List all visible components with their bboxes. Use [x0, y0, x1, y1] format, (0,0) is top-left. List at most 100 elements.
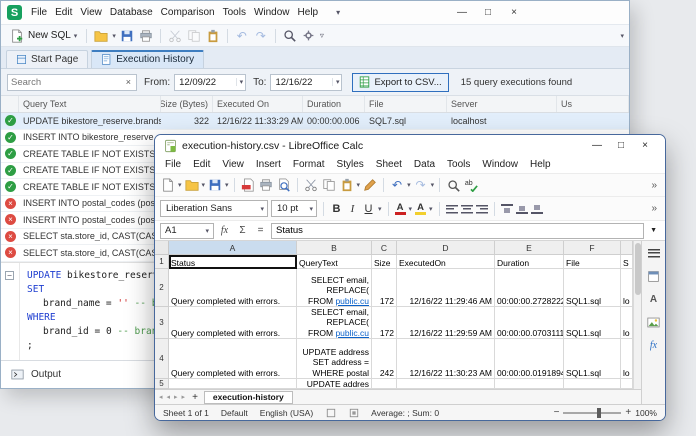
collapse-region-icon[interactable]: − — [5, 270, 14, 280]
chevron-down-icon[interactable]: ▾ — [225, 181, 229, 189]
column-header-G[interactable] — [621, 241, 633, 255]
first-sheet-icon[interactable]: ◂ — [158, 393, 164, 401]
chevron-down-icon[interactable]: ▾ — [74, 32, 78, 40]
chevron-down-icon[interactable]: ▾ — [178, 181, 182, 189]
open-folder-icon[interactable] — [93, 28, 109, 44]
print-icon[interactable] — [258, 177, 274, 193]
search-box[interactable]: × — [7, 73, 137, 91]
status-column-header[interactable] — [1, 96, 19, 112]
cut-icon[interactable] — [167, 28, 183, 44]
cell-G3[interactable]: lo — [621, 307, 633, 339]
find-replace-icon[interactable] — [445, 177, 461, 193]
row-header-5[interactable]: 5 — [155, 379, 169, 389]
menu-tools[interactable]: Tools — [441, 159, 476, 170]
save-icon[interactable] — [119, 28, 135, 44]
search-input[interactable] — [11, 76, 124, 88]
column-header[interactable]: Size (Bytes) — [161, 96, 213, 112]
chevron-down-icon[interactable]: ▾ — [306, 205, 313, 213]
paste-icon[interactable] — [339, 177, 355, 193]
font-name-combo[interactable]: Liberation Sans ▾ — [160, 200, 268, 217]
cell-C3[interactable]: 172 — [372, 307, 397, 339]
align-left-button[interactable] — [445, 203, 458, 214]
vertical-scrollbar[interactable] — [633, 241, 641, 389]
align-top-button[interactable] — [500, 203, 513, 214]
column-header[interactable]: Server — [447, 96, 557, 112]
menu-file[interactable]: File — [27, 5, 51, 20]
menu-window[interactable]: Window — [250, 5, 294, 20]
cell-B4[interactable]: UPDATE address SET address = WHERE posta… — [297, 339, 372, 379]
cell-E1[interactable]: Duration — [495, 255, 564, 269]
cell-A5[interactable] — [169, 379, 297, 389]
cell-D2[interactable]: 12/16/22 11:29:46 AM — [397, 269, 495, 307]
new-document-icon[interactable] — [160, 177, 176, 193]
cell-E5[interactable] — [495, 379, 564, 389]
page-style[interactable]: Default — [221, 408, 248, 418]
menu-window[interactable]: Window — [476, 159, 524, 170]
menu-help[interactable]: Help — [524, 159, 557, 170]
copy-icon[interactable] — [321, 177, 337, 193]
chevron-down-icon[interactable]: ▾ — [112, 32, 116, 40]
menu-view[interactable]: View — [216, 159, 250, 170]
export-to-csv-button[interactable]: Export to CSV... — [352, 72, 449, 92]
highlight-color-button[interactable]: A — [415, 202, 427, 215]
column-header[interactable]: File — [365, 96, 447, 112]
language[interactable]: English (USA) — [260, 408, 313, 418]
chevron-down-icon[interactable]: ▾ — [331, 78, 339, 86]
spelling-icon[interactable]: ab — [463, 177, 479, 193]
cell-F3[interactable]: SQL1.sql — [564, 307, 621, 339]
clear-search-icon[interactable]: × — [124, 77, 133, 87]
undo-icon[interactable]: ↶ — [389, 177, 405, 193]
font-size-combo[interactable]: 10 pt ▾ — [271, 200, 317, 217]
zoom-out-button[interactable]: − — [554, 407, 560, 418]
underline-button[interactable]: U — [362, 203, 375, 215]
chevron-down-icon[interactable]: ▾ — [429, 205, 433, 213]
align-center-button[interactable] — [460, 203, 473, 214]
column-header-B[interactable]: B — [297, 241, 372, 255]
name-box[interactable]: A1 ▾ — [160, 222, 214, 239]
previous-sheet-icon[interactable]: ◂ — [166, 393, 172, 401]
redo-icon[interactable]: ↷ — [413, 177, 429, 193]
menu-insert[interactable]: Insert — [250, 159, 287, 170]
cell-F2[interactable]: SQL1.sql — [564, 269, 621, 307]
cell-G1[interactable]: S — [621, 255, 633, 269]
column-header[interactable]: Duration — [303, 96, 365, 112]
zoom-slider-thumb[interactable] — [597, 407, 602, 418]
maximize-button[interactable]: □ — [610, 140, 632, 151]
cell-B1[interactable]: QueryText — [297, 255, 372, 269]
formula-input[interactable] — [272, 225, 644, 236]
styles-icon[interactable]: A — [646, 292, 662, 306]
maximize-button[interactable]: □ — [475, 3, 501, 23]
column-header-E[interactable]: E — [495, 241, 564, 255]
menu-tools[interactable]: Tools — [219, 5, 250, 20]
last-sheet-icon[interactable]: ▸ — [181, 393, 187, 401]
chevron-down-icon[interactable]: ▾ — [205, 227, 209, 235]
cell-C1[interactable]: Size — [372, 255, 397, 269]
close-button[interactable]: × — [634, 140, 656, 151]
cell-E3[interactable]: 00:00:00.0703111 — [495, 307, 564, 339]
chevron-down-icon[interactable]: ▾ — [431, 181, 435, 189]
column-header[interactable]: Query Text — [19, 96, 161, 112]
search-icon[interactable] — [282, 28, 298, 44]
cell-C4[interactable]: 242 — [372, 339, 397, 379]
expand-formula-bar-icon[interactable]: ▼ — [647, 227, 660, 234]
sum-icon[interactable]: Σ — [235, 225, 250, 236]
menu-view[interactable]: View — [76, 5, 106, 20]
row-header-2[interactable]: 2 — [155, 269, 169, 307]
hyperlink[interactable]: public.cu — [335, 328, 369, 338]
save-icon[interactable] — [207, 177, 223, 193]
cell-D4[interactable]: 12/16/22 11:30:23 AM — [397, 339, 495, 379]
cell-E4[interactable]: 00:00:00.0191894 — [495, 339, 564, 379]
toolbar-chevron-icon[interactable]: ▿ — [320, 31, 324, 40]
properties-icon[interactable] — [646, 269, 662, 283]
menu-help[interactable]: Help — [294, 5, 323, 20]
cell-D5[interactable] — [397, 379, 495, 389]
redo-icon[interactable]: ↷ — [253, 28, 269, 44]
undo-icon[interactable]: ↶ — [234, 28, 250, 44]
column-header-C[interactable]: C — [372, 241, 397, 255]
table-row[interactable]: ✓ UPDATE bikestore_reserve.brands S... 3… — [1, 113, 629, 130]
zoom-level[interactable]: 100% — [635, 408, 657, 418]
row-header-4[interactable]: 4 — [155, 339, 169, 379]
export-pdf-icon[interactable] — [240, 177, 256, 193]
chevron-down-icon[interactable]: ▾ — [257, 205, 264, 213]
toolbar-overflow-icon[interactable]: » — [651, 180, 660, 191]
